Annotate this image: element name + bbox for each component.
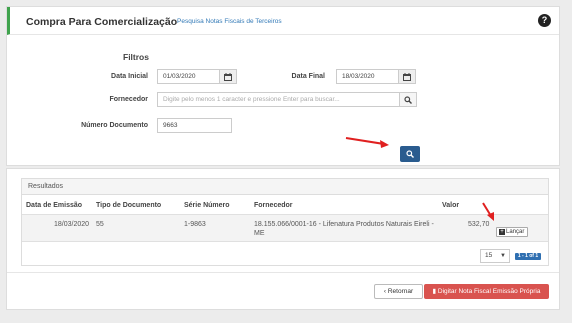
column-header-date[interactable]: Data de Emissão [26,202,82,209]
annotation-arrow-icon [345,137,389,148]
row-date: 18/03/2020 [54,221,90,228]
supplier-search-button[interactable] [399,92,417,107]
column-header-supplier[interactable]: Fornecedor [254,202,293,209]
pagination-badge: 1 - 1 of 1 [515,253,541,260]
filters-heading: Filtros [123,52,149,62]
page-size-value: 15 [485,252,493,259]
column-header-value[interactable]: Valor [442,202,459,209]
caret-down-icon: ▼ [500,253,506,259]
page-title: Compra Para Comercialização [26,16,178,28]
footer-divider [7,272,559,273]
start-date-calendar-button[interactable] [219,69,237,84]
search-icon [406,150,414,158]
annotation-arrow-icon [482,202,494,221]
document-number-label: Número Documento [81,122,148,129]
plus-icon: + [499,229,505,235]
start-date-label: Data Inicial [111,73,148,80]
supplier-label: Fornecedor [109,96,148,103]
table-row[interactable] [22,214,548,242]
page-header: Compra Para Comercialização Pesquisa Not… [7,7,559,35]
row-supplier-line2: ME [254,230,265,237]
subtitle-link[interactable]: Pesquisa Notas Fiscais de Terceiros [177,18,282,25]
supplier-input[interactable]: Digite pelo menos 1 caracter e pressione… [157,92,400,107]
launch-button[interactable]: + Lançar [496,227,528,237]
help-icon[interactable]: ? [538,14,551,27]
search-icon [404,96,412,104]
filters-card: Compra Para Comercialização Pesquisa Not… [6,6,560,166]
launch-button-label: Lançar [506,229,525,235]
page-size-select[interactable]: 15 ▼ [480,249,510,263]
search-button[interactable] [400,146,420,162]
row-series: 1-9863 [184,221,206,228]
enter-own-invoice-button[interactable]: ▮ Digitar Nota Fiscal Emissão Própria [424,284,549,299]
row-type: 55 [96,221,104,228]
column-header-type[interactable]: Tipo de Documento [96,202,161,209]
end-date-input[interactable]: 18/03/2020 [336,69,399,84]
enter-own-invoice-label: Digitar Nota Fiscal Emissão Própria [437,288,541,295]
end-date-label: Data Final [291,73,325,80]
document-number-input[interactable]: 9663 [157,118,232,133]
results-card: Resultados Data de Emissão Tipo de Docum… [6,168,560,310]
return-button[interactable]: ‹ Retornar [374,284,423,299]
column-header-series[interactable]: Série Número [184,202,230,209]
row-supplier-line1: 18.155.066/0001-16 - Lifenatura Produtos… [254,221,434,228]
results-title: Resultados [22,179,548,195]
end-date-calendar-button[interactable] [398,69,416,84]
results-panel: Resultados Data de Emissão Tipo de Docum… [21,178,549,266]
calendar-icon [224,73,232,81]
calendar-icon [403,73,411,81]
start-date-input[interactable]: 01/03/2020 [157,69,220,84]
return-button-label: Retornar [387,288,414,295]
